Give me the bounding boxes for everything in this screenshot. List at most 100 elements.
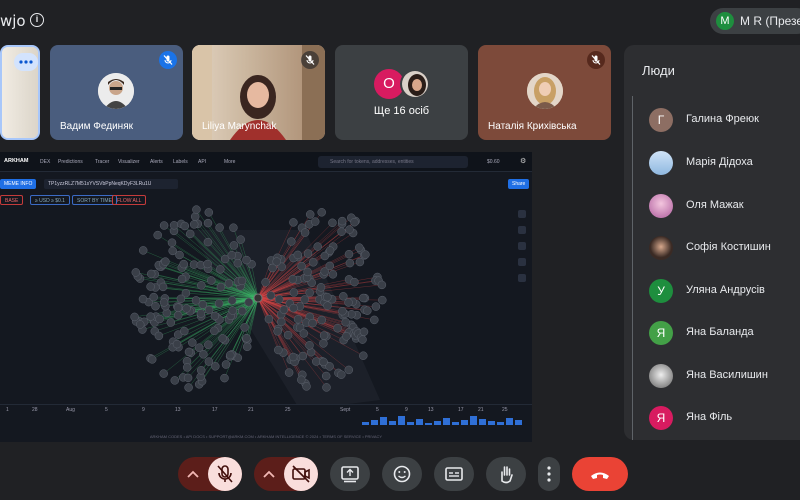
nav-item[interactable]: API (198, 159, 206, 165)
graph-node[interactable] (220, 373, 229, 383)
graph-node[interactable] (182, 363, 192, 372)
graph-node[interactable] (149, 292, 158, 302)
graph-node[interactable] (237, 306, 247, 316)
graph-node[interactable] (272, 257, 281, 266)
graph-node[interactable] (203, 218, 213, 228)
graph-node[interactable] (273, 327, 282, 336)
graph-node[interactable] (196, 309, 206, 318)
graph-node[interactable] (359, 293, 368, 303)
graph-node[interactable] (215, 223, 224, 232)
nav-item[interactable]: Predictions (58, 159, 83, 165)
graph-node[interactable] (204, 340, 213, 349)
graph-node[interactable] (333, 323, 342, 333)
person-item[interactable]: Марія Дідоха (649, 149, 799, 177)
share-button[interactable]: Share (508, 179, 530, 189)
graph-node[interactable] (274, 295, 284, 304)
graph-node[interactable] (293, 314, 303, 324)
graph-node[interactable] (130, 312, 139, 322)
graph-node[interactable] (355, 243, 364, 252)
graph-node[interactable] (161, 257, 170, 266)
graph-node[interactable] (211, 362, 220, 371)
graph-node[interactable] (345, 258, 355, 268)
graph-node[interactable] (339, 292, 348, 301)
graph-node[interactable] (312, 357, 321, 366)
graph-node[interactable] (344, 249, 354, 259)
network-graph[interactable] (0, 190, 532, 405)
graph-node[interactable] (313, 242, 322, 251)
nav-item[interactable]: Labels (173, 159, 188, 165)
graph-node[interactable] (242, 333, 251, 343)
graph-node[interactable] (167, 238, 177, 247)
graph-node[interactable] (159, 298, 169, 307)
graph-node[interactable] (173, 303, 183, 312)
person-item[interactable]: Г Галина Фреюк (649, 106, 799, 134)
graph-node[interactable] (190, 212, 200, 221)
graph-node[interactable] (317, 315, 326, 325)
graph-node[interactable] (350, 217, 359, 227)
more-participants-tile[interactable]: O Ще 16 осіб (335, 45, 468, 140)
camera-toggle-button[interactable] (284, 457, 318, 491)
graph-node[interactable] (221, 360, 231, 369)
graph-node[interactable] (203, 237, 213, 247)
graph-node[interactable] (228, 306, 237, 315)
graph-node[interactable] (229, 241, 239, 250)
person-item[interactable]: Я Яна Баланда (649, 319, 799, 347)
graph-node[interactable] (210, 311, 220, 321)
person-item[interactable]: Яна Василишин (649, 362, 799, 390)
graph-node[interactable] (207, 276, 216, 285)
graph-node[interactable] (325, 246, 335, 255)
graph-node[interactable] (359, 351, 368, 360)
graph-node[interactable] (218, 334, 227, 343)
fit-tool-icon[interactable] (518, 242, 526, 250)
graph-node[interactable] (288, 352, 298, 362)
graph-node[interactable] (371, 302, 381, 311)
graph-node[interactable] (184, 347, 194, 357)
graph-node[interactable] (180, 221, 190, 231)
graph-node[interactable] (363, 306, 372, 315)
nav-item[interactable]: Alerts (150, 159, 163, 165)
graph-node[interactable] (131, 268, 141, 277)
graph-node[interactable] (264, 314, 274, 324)
graph-node[interactable] (328, 270, 338, 279)
participant-tile[interactable]: Liliya Marynchak (192, 45, 325, 140)
graph-node[interactable] (183, 373, 193, 383)
leave-call-button[interactable] (572, 457, 628, 491)
graph-node[interactable] (203, 259, 212, 269)
select-tool-icon[interactable] (518, 226, 526, 234)
participant-tile[interactable]: Вадим Фединяк (50, 45, 183, 140)
graph-node[interactable] (289, 218, 298, 227)
graph-node[interactable] (361, 250, 370, 259)
graph-node[interactable] (302, 382, 311, 391)
graph-node[interactable] (151, 301, 160, 311)
graph-node[interactable] (316, 283, 326, 292)
graph-node[interactable] (328, 218, 337, 228)
graph-node[interactable] (319, 339, 328, 348)
graph-node[interactable] (153, 230, 162, 240)
graph-node[interactable] (317, 208, 326, 217)
captions-button[interactable] (434, 457, 474, 491)
graph-node[interactable] (305, 210, 315, 219)
graph-node[interactable] (159, 369, 168, 378)
graph-node[interactable] (345, 225, 354, 234)
graph-node[interactable] (184, 383, 193, 392)
graph-node[interactable] (159, 221, 169, 230)
graph-node[interactable] (146, 269, 156, 279)
graph-node[interactable] (179, 259, 188, 269)
graph-node[interactable] (233, 258, 243, 268)
graph-node[interactable] (323, 292, 332, 302)
graph-node[interactable] (303, 249, 313, 258)
graph-node[interactable] (170, 376, 180, 385)
graph-node[interactable] (180, 326, 189, 336)
graph-node[interactable] (288, 274, 298, 284)
graph-node[interactable] (337, 227, 346, 236)
graph-node[interactable] (299, 329, 309, 338)
graph-node[interactable] (321, 371, 331, 381)
graph-node[interactable] (214, 299, 224, 308)
graph-node[interactable] (355, 257, 365, 267)
graph-node[interactable] (166, 318, 176, 327)
graph-node[interactable] (319, 331, 329, 340)
graph-node[interactable] (370, 315, 379, 325)
graph-node[interactable] (242, 342, 252, 352)
lock-tool-icon[interactable] (518, 274, 526, 282)
graph-node[interactable] (338, 306, 347, 316)
